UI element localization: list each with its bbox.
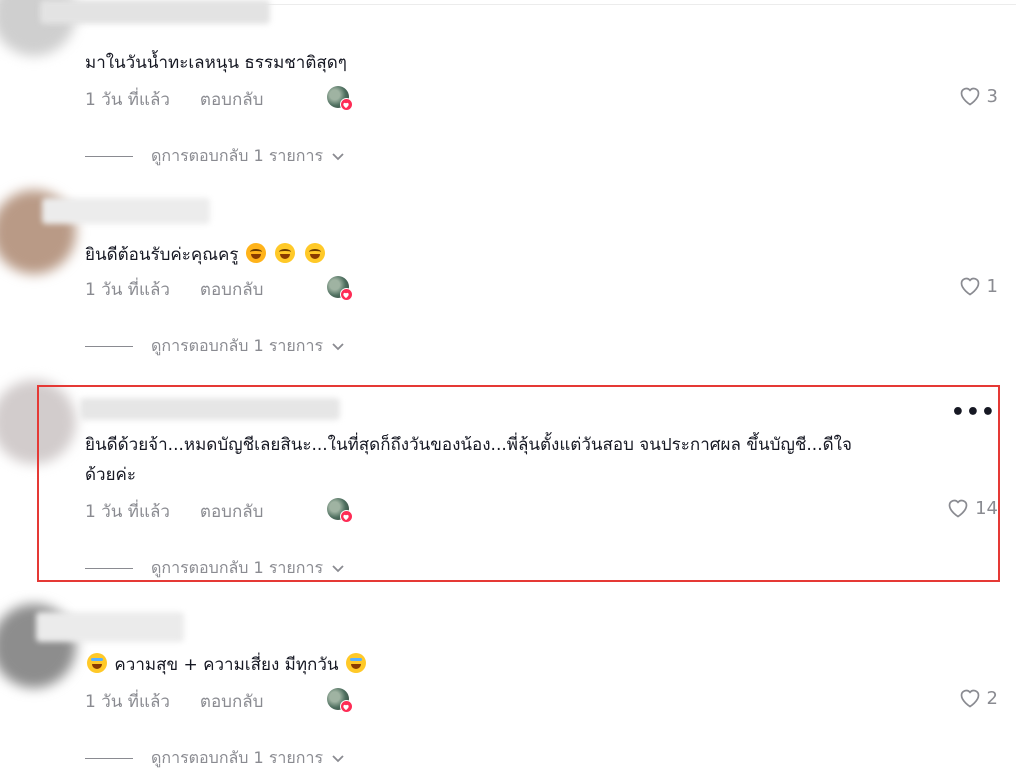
reply-button[interactable]: ตอบกลับ <box>200 276 264 303</box>
view-replies-button[interactable]: ดูการตอบกลับ 1 รายการ <box>85 144 345 169</box>
heart-badge-icon <box>340 98 353 111</box>
comment-meta: 1 วัน ที่แล้ว ตอบกลับ <box>85 276 263 303</box>
like-button[interactable]: 1 <box>957 274 998 298</box>
username-blurred[interactable] <box>36 612 184 642</box>
comment-time: 1 วัน ที่แล้ว <box>85 692 170 712</box>
chevron-down-icon <box>332 152 344 160</box>
tears-of-joy-emoji <box>345 653 366 673</box>
creator-liked-badge <box>327 688 353 713</box>
reply-divider <box>85 156 133 157</box>
heart-icon <box>960 277 979 296</box>
reply-button[interactable]: ตอบกลับ <box>200 688 264 715</box>
comment-meta: 1 วัน ที่แล้ว ตอบกลับ <box>85 688 263 715</box>
heart-icon <box>960 689 979 708</box>
username-blurred[interactable] <box>40 0 270 24</box>
chevron-down-icon <box>332 342 344 350</box>
grinning-sweat-emoji <box>275 243 296 263</box>
comment-text: ยินดีต้อนรับค่ะคุณครู <box>85 240 990 270</box>
smiling-face-with-hearts-emoji <box>245 243 266 263</box>
creator-liked-badge <box>327 86 353 111</box>
comment-text-content: ความสุข + ความเสี่ยง มีทุกวัน <box>114 655 339 675</box>
comment-text-content: ยินดีต้อนรับค่ะคุณครู <box>85 245 239 265</box>
grinning-sweat-emoji <box>304 243 325 263</box>
like-count: 2 <box>986 687 998 709</box>
comment-text: ความสุข + ความเสี่ยง มีทุกวัน <box>85 650 990 680</box>
comment-meta: 1 วัน ที่แล้ว ตอบกลับ <box>85 86 263 113</box>
like-count: 1 <box>986 275 998 297</box>
view-replies-button[interactable]: ดูการตอบกลับ 1 รายการ <box>85 334 345 359</box>
view-replies-label: ดูการตอบกลับ 1 รายการ <box>151 146 324 165</box>
like-count: 3 <box>986 85 998 107</box>
comment-text: มาในวันน้ำทะเลหนุน ธรรมชาติสุดๆ <box>85 53 347 73</box>
like-button[interactable]: 2 <box>957 686 998 710</box>
comment-time: 1 วัน ที่แล้ว <box>85 280 170 300</box>
heart-badge-icon <box>340 700 353 713</box>
view-replies-label: ดูการตอบกลับ 1 รายการ <box>151 336 324 355</box>
comment-time: 1 วัน ที่แล้ว <box>85 90 170 110</box>
reply-button[interactable]: ตอบกลับ <box>200 86 264 113</box>
creator-liked-badge <box>327 276 353 301</box>
reply-divider <box>85 346 133 347</box>
heart-badge-icon <box>340 288 353 301</box>
heart-icon <box>960 87 979 106</box>
username-blurred[interactable] <box>42 198 210 224</box>
like-button[interactable]: 3 <box>957 84 998 108</box>
highlight-box <box>37 385 1000 582</box>
tears-of-joy-emoji <box>87 653 107 673</box>
